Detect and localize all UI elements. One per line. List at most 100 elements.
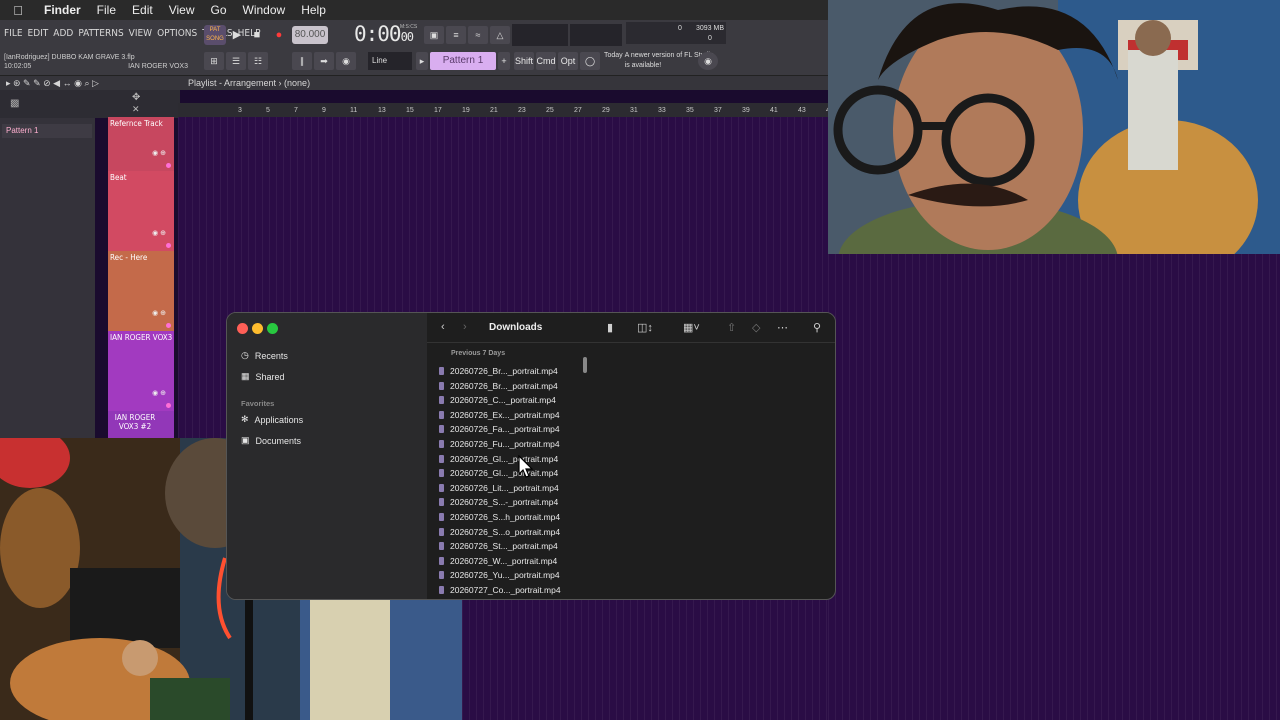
play-icon[interactable]: ▶ [228,27,246,43]
sidebar-item-shared[interactable]: ▦ Shared [241,371,285,382]
track-rec-here[interactable]: Rec - Here ◉ ⊕ [108,251,174,331]
news-icon[interactable]: ◯ [580,52,600,70]
file-row[interactable]: 20260726_St..._portrait.mp4 [439,539,558,553]
fl-menu-view[interactable]: VIEW [129,28,152,39]
menu-file[interactable]: File [89,3,124,17]
menu-view[interactable]: View [161,3,203,17]
applications-icon: ✻ [241,414,249,424]
sidebar-item-documents[interactable]: ▣ Documents [241,435,301,446]
typing-keyboard-icon[interactable]: ≡ [446,26,466,44]
file-row[interactable]: 20260726_Br..._portrait.mp4 [439,364,558,378]
menu-help[interactable]: Help [293,3,334,17]
file-row[interactable]: 20260726_Lit..._portrait.mp4 [439,481,559,495]
track-beat[interactable]: Beat ◉ ⊕ [108,171,174,251]
file-row[interactable]: 20260727_Co..._portrait.mp4 [439,583,561,597]
sidebar-item-label: Recents [254,350,288,361]
apple-icon[interactable]:  [0,3,36,18]
pattern-selector[interactable]: Pattern 1 [430,52,496,70]
file-name: 20260726_Yu..._portrait.mp4 [450,570,560,581]
snap-select[interactable]: Line [368,52,412,70]
opt-button[interactable]: Opt [558,52,578,70]
track-led-icon[interactable] [166,403,171,408]
fl-menu-patterns[interactable]: PATTERNS [78,28,123,39]
scrollbar-thumb[interactable] [583,357,587,373]
tag-icon[interactable]: ◇ [752,321,760,334]
piano-roll-icon[interactable]: ▩ [10,98,19,109]
close-icon[interactable]: ✕ [132,104,140,115]
file-row[interactable]: 20260726_C..._portrait.mp4 [439,393,556,407]
grid-view-icon[interactable]: ▦˅ [683,321,700,334]
pattern-picker-item[interactable]: Pattern 1 [2,124,92,138]
more-icon[interactable]: ⋯ [777,321,788,334]
column-view-icon[interactable]: ◫↕ [637,321,653,334]
track-mute-icon[interactable]: ◉ ⊕ [152,309,166,317]
track-reference[interactable]: Refernce Track ◉ ⊕ [108,117,174,171]
file-row[interactable]: 20260726_Ex..._portrait.mp4 [439,408,560,422]
channel-rack-icon[interactable]: ☷ [248,52,268,70]
track-vox3[interactable]: IAN ROGER VOX3 ◉ ⊕ [108,331,174,411]
cmd-button[interactable]: Cmd [536,52,556,70]
share-icon[interactable]: ⇧ [727,321,736,334]
pattern-prev-icon[interactable]: ▸ [416,52,428,70]
arrow-icon[interactable]: ➡ [314,52,334,70]
sidebar-item-label: Shared [255,371,285,382]
file-icon[interactable]: ▮ [607,321,613,334]
file-row[interactable]: 20260726_W..._portrait.mp4 [439,554,557,568]
mic-icon[interactable]: ◉ [336,52,356,70]
metronome-icon[interactable]: △ [490,26,510,44]
shift-button[interactable]: Shift [514,52,534,70]
fl-menu-edit[interactable]: EDIT [28,28,49,39]
track-mute-icon[interactable]: ◉ ⊕ [152,389,166,397]
timeline-ruler[interactable]: 3579111315171921232527293133353739414345 [178,103,834,117]
menu-app-name[interactable]: Finder [36,3,89,17]
track-vox3-2[interactable]: IAN ROGER VOX3 #2 [108,411,174,440]
file-row[interactable]: 20260726_Gl..._portrait.mp4 [439,466,558,480]
snap-icon[interactable]: ⊞ [204,52,224,70]
ruler-tick-label: 35 [686,107,694,114]
file-row[interactable]: 20260726_Fu..._portrait.mp4 [439,437,560,451]
minimize-window-button[interactable] [252,323,263,334]
playlist-icon[interactable]: ☰ [226,52,246,70]
file-name: 20260726_W..._portrait.mp4 [450,555,558,566]
back-icon[interactable]: ‹ [441,321,445,333]
file-row[interactable]: 20260727_D..._portrait.mp4 [439,598,556,599]
close-window-button[interactable] [237,323,248,334]
track-led-icon[interactable] [166,163,171,168]
sidebar-item-recents[interactable]: ◷ Recents [241,350,288,361]
time-small: 00 [400,30,414,44]
wait-icon[interactable]: ≈ [468,26,488,44]
search-icon[interactable]: ⚲ [813,321,821,334]
playlist-tools-icons[interactable]: ▸ ⊛ ✎ ✎ ⊘ ◀ ↔ ◉ ⌕ ▷ [6,76,99,90]
record-icon[interactable]: ● [270,27,288,43]
fl-menu-options[interactable]: OPTIONS [157,28,197,39]
forward-icon[interactable]: › [463,321,467,333]
video-file-icon [439,586,444,594]
fl-menu-file[interactable]: FILE [4,28,23,39]
globe-icon[interactable]: ◉ [698,52,718,70]
track-mute-icon[interactable]: ◉ ⊕ [152,149,166,157]
mixer-icon[interactable]: ∥ [292,52,312,70]
track-led-icon[interactable] [166,323,171,328]
sidebar-item-applications[interactable]: ✻ Applications [241,414,303,425]
track-mute-icon[interactable]: ◉ ⊕ [152,229,166,237]
menu-edit[interactable]: Edit [124,3,161,17]
menu-go[interactable]: Go [203,3,235,17]
piano-icon[interactable]: ▣ [424,26,444,44]
fl-menu-add[interactable]: ADD [53,28,73,39]
file-row[interactable]: 20260726_Gl..._portrait.mp4 [439,452,558,466]
zoom-window-button[interactable] [267,323,278,334]
move-icon[interactable]: ✥ [132,92,140,103]
file-row[interactable]: 20260726_S...o_portrait.mp4 [439,525,560,539]
file-row[interactable]: 20260726_S...h_portrait.mp4 [439,510,560,524]
file-row[interactable]: 20260726_Yu..._portrait.mp4 [439,568,560,582]
tempo-field[interactable]: 80.000 [292,26,328,44]
file-row[interactable]: 20260726_Br..._portrait.mp4 [439,379,558,393]
stop-icon[interactable]: ■ [248,27,266,43]
menu-window[interactable]: Window [235,3,294,17]
add-pattern-icon[interactable]: + [498,52,510,70]
track-led-icon[interactable] [166,243,171,248]
pat-song-toggle[interactable]: PAT SONG [204,25,226,45]
file-row[interactable]: 20260726_S...-_portrait.mp4 [439,495,558,509]
file-row[interactable]: 20260726_Fa..._portrait.mp4 [439,422,560,436]
mouse-cursor-icon [518,455,534,478]
